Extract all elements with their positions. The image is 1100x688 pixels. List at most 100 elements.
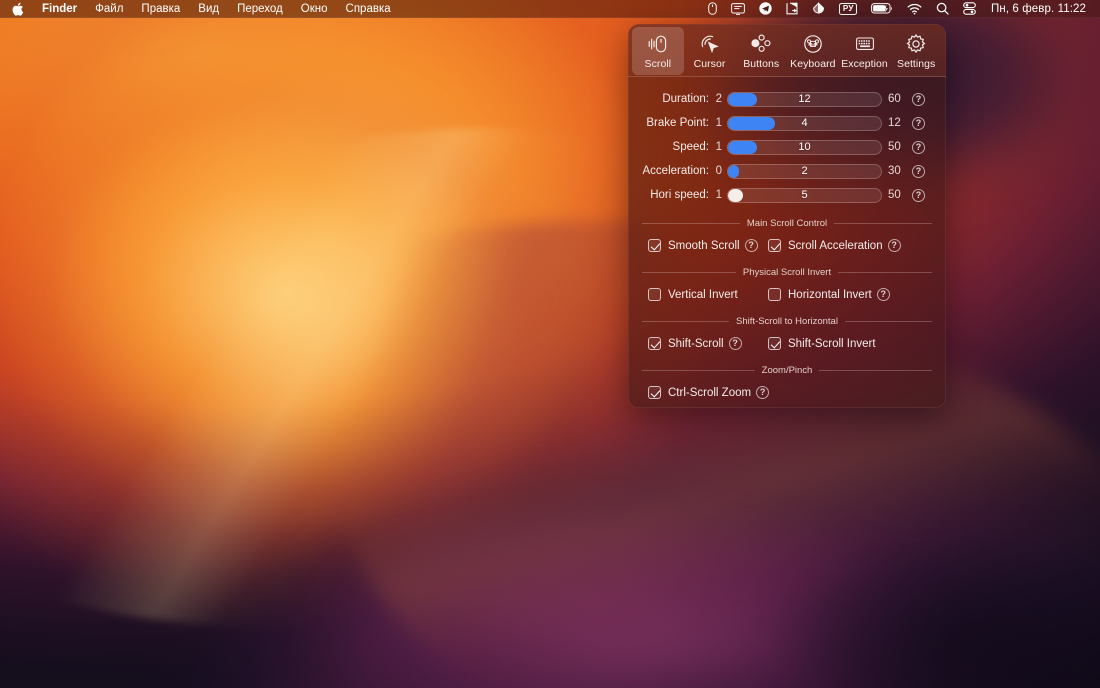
slider-min-duration: 2	[715, 93, 727, 105]
wifi-icon[interactable]	[900, 0, 929, 18]
macos-menu-bar: Finder Файл Правка Вид Переход Окно Спра…	[0, 0, 1100, 18]
slider-row-duration: Duration: 2 12 60 ?	[628, 87, 946, 111]
input-source-badge[interactable]: РУ	[832, 0, 864, 18]
input-source-label: РУ	[839, 3, 857, 15]
tab-scroll-label: Scroll	[645, 58, 672, 70]
slider-label-brake-point: Brake Point:	[628, 117, 715, 129]
slider-duration[interactable]: 12	[727, 92, 882, 107]
help-icon-scroll-acceleration[interactable]: ?	[888, 239, 901, 252]
screenshot-icon[interactable]	[779, 0, 805, 18]
checkbox-shift-scroll[interactable]	[648, 337, 661, 350]
help-icon-duration[interactable]: ?	[912, 93, 925, 106]
mouse-icon[interactable]	[701, 0, 724, 18]
gear-icon	[905, 33, 927, 55]
checkbox-item-smooth-scroll[interactable]: Smooth Scroll ?	[648, 235, 768, 256]
slider-speed-value: 10	[728, 141, 881, 154]
slider-min-hori-speed: 1	[715, 189, 727, 201]
group-title-shift-scroll-to-horizontal: Shift-Scroll to Horizontal	[736, 316, 838, 327]
menu-item-window[interactable]: Окно	[292, 0, 337, 18]
scroll-settings-content: Duration: 2 12 60 ? Brake Point: 1 4 12 …	[628, 77, 946, 403]
slider-label-speed: Speed:	[628, 141, 715, 153]
menu-item-file[interactable]: Файл	[86, 0, 132, 18]
buttons-icon	[750, 33, 772, 55]
checkbox-item-ctrl-scroll-zoom[interactable]: Ctrl-Scroll Zoom ?	[648, 382, 769, 403]
checkbox-item-scroll-acceleration[interactable]: Scroll Acceleration ?	[768, 235, 901, 256]
slider-max-acceleration: 30	[882, 165, 904, 177]
help-icon-speed[interactable]: ?	[912, 141, 925, 154]
menu-item-go[interactable]: Переход	[228, 0, 292, 18]
slider-max-hori-speed: 50	[882, 189, 904, 201]
menu-item-view[interactable]: Вид	[189, 0, 228, 18]
slider-max-speed: 50	[882, 141, 904, 153]
slider-acceleration[interactable]: 2	[727, 164, 882, 179]
exception-icon	[854, 33, 876, 55]
help-icon-shift-scroll[interactable]: ?	[729, 337, 742, 350]
divider-right	[819, 370, 932, 371]
menu-item-edit[interactable]: Правка	[132, 0, 189, 18]
checkbox-row-physical-invert: Vertical Invert Horizontal Invert ?	[628, 284, 946, 305]
dropper-icon[interactable]	[805, 0, 832, 18]
group-title-zoom-pinch: Zoom/Pinch	[762, 365, 813, 376]
help-icon-acceleration[interactable]: ?	[912, 165, 925, 178]
checkbox-label-shift-scroll-invert: Shift-Scroll Invert	[788, 338, 876, 350]
slider-max-duration: 60	[882, 93, 904, 105]
checkbox-smooth-scroll[interactable]	[648, 239, 661, 252]
help-icon-brake-point[interactable]: ?	[912, 117, 925, 130]
help-icon-ctrl-scroll-zoom[interactable]: ?	[756, 386, 769, 399]
checkbox-horizontal-invert[interactable]	[768, 288, 781, 301]
help-icon-hori-speed[interactable]: ?	[912, 189, 925, 202]
tab-exception[interactable]: Exception	[839, 27, 891, 75]
checkbox-vertical-invert[interactable]	[648, 288, 661, 301]
spotlight-search-icon[interactable]	[929, 0, 956, 18]
checkbox-item-horizontal-invert[interactable]: Horizontal Invert ?	[768, 284, 890, 305]
battery-charging-icon[interactable]	[864, 0, 900, 18]
display-icon[interactable]	[724, 0, 752, 18]
slider-label-acceleration: Acceleration:	[628, 165, 715, 177]
panel-toolbar: Scroll Cursor Buttons	[628, 24, 946, 77]
checkbox-item-shift-scroll[interactable]: Shift-Scroll ?	[648, 333, 768, 354]
menu-app-name[interactable]: Finder	[33, 0, 86, 18]
checkbox-shift-scroll-invert[interactable]	[768, 337, 781, 350]
slider-brake-point-value: 4	[728, 117, 881, 130]
slider-brake-point[interactable]: 4	[727, 116, 882, 131]
checkbox-label-vertical-invert: Vertical Invert	[668, 289, 738, 301]
checkbox-label-shift-scroll: Shift-Scroll	[668, 338, 724, 350]
tab-exception-label: Exception	[841, 58, 888, 70]
tab-cursor-label: Cursor	[694, 58, 726, 70]
tab-settings[interactable]: Settings	[890, 27, 942, 75]
checkbox-label-scroll-acceleration: Scroll Acceleration	[788, 240, 883, 252]
slider-hori-speed[interactable]: 5	[727, 188, 882, 203]
slider-label-hori-speed: Hori speed:	[628, 189, 715, 201]
menu-item-help[interactable]: Справка	[337, 0, 400, 18]
tab-cursor[interactable]: Cursor	[684, 27, 736, 75]
tab-scroll[interactable]: Scroll	[632, 27, 684, 75]
slider-duration-value: 12	[728, 93, 881, 106]
checkbox-scroll-acceleration[interactable]	[768, 239, 781, 252]
checkbox-label-smooth-scroll: Smooth Scroll	[668, 240, 740, 252]
control-center-icon[interactable]	[956, 0, 983, 18]
tab-buttons[interactable]: Buttons	[735, 27, 787, 75]
scroll-icon	[647, 33, 669, 55]
keyboard-icon	[802, 33, 824, 55]
checkbox-ctrl-scroll-zoom[interactable]	[648, 386, 661, 399]
divider-right	[838, 272, 932, 273]
slider-min-acceleration: 0	[715, 165, 727, 177]
help-icon-smooth-scroll[interactable]: ?	[745, 239, 758, 252]
group-header-zoom-pinch: Zoom/Pinch	[642, 365, 932, 376]
group-title-main-scroll-control: Main Scroll Control	[747, 218, 827, 229]
checkbox-item-vertical-invert[interactable]: Vertical Invert	[648, 284, 768, 305]
help-icon-horizontal-invert[interactable]: ?	[877, 288, 890, 301]
tab-keyboard[interactable]: Keyboard	[787, 27, 839, 75]
slider-row-speed: Speed: 1 10 50 ?	[628, 135, 946, 159]
divider-left	[642, 370, 755, 371]
checkbox-item-shift-scroll-invert[interactable]: Shift-Scroll Invert	[768, 333, 876, 354]
apple-logo-icon[interactable]	[6, 0, 33, 18]
group-title-physical-scroll-invert: Physical Scroll Invert	[743, 267, 831, 278]
telegram-icon[interactable]	[752, 0, 779, 18]
menu-bar-status-area: РУ	[701, 0, 1100, 18]
slider-row-acceleration: Acceleration: 0 2 30 ?	[628, 159, 946, 183]
menu-bar-clock[interactable]: Пн, 6 февр. 11:22	[983, 3, 1092, 15]
slider-speed[interactable]: 10	[727, 140, 882, 155]
tab-keyboard-label: Keyboard	[790, 58, 835, 70]
slider-row-brake-point: Brake Point: 1 4 12 ?	[628, 111, 946, 135]
